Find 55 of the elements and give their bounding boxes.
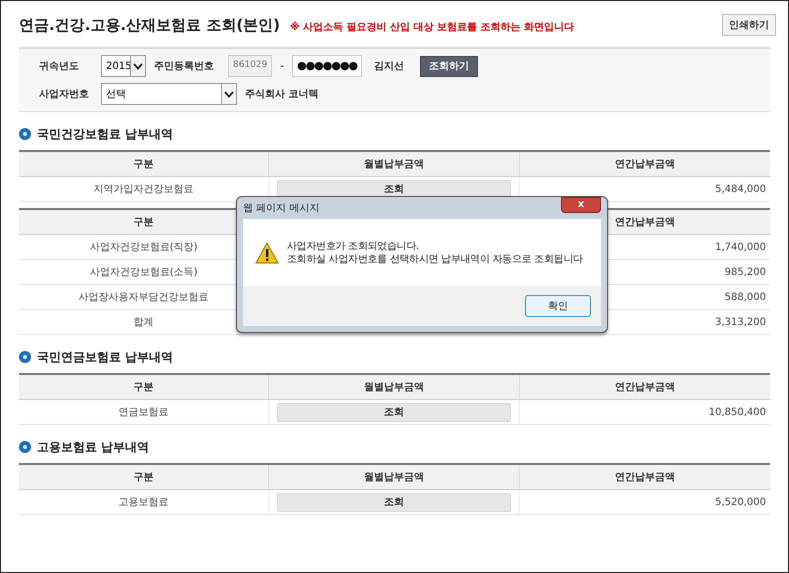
table-cell-text: 5,520,000 — [715, 496, 766, 510]
dropdown-caret-icon — [130, 56, 145, 76]
id-front-field[interactable]: 861029 — [228, 55, 272, 77]
table-cell-text: 10,850,400 — [708, 406, 766, 420]
table-cell-text: 고용보험료 — [118, 496, 169, 510]
bullet-icon — [19, 441, 31, 453]
table-cell-text: 합계 — [134, 316, 154, 330]
table-cell-text: 사업장사용자부담건강보험료 — [78, 290, 209, 304]
year-select[interactable]: 2015 — [101, 55, 146, 77]
query-button[interactable]: 조회 — [277, 402, 511, 422]
bullet-icon — [19, 128, 31, 140]
section-title: 국민연금보험료 납부내역 — [37, 349, 174, 366]
id-back-field[interactable]: ●●●●●●● — [292, 55, 362, 77]
table-cell-text: 지역가입자건강보험료 — [94, 182, 194, 196]
column-header: 연간납부금액 — [614, 380, 675, 394]
field-label: 사업자번호 — [39, 88, 90, 102]
print-button[interactable]: 인쇄하기 — [722, 14, 776, 36]
company-name: 주식회사 코너텍 — [245, 88, 318, 102]
column-header: 구분 — [134, 158, 154, 172]
dialog-message: 사업자번호가 조회되었습니다. — [287, 240, 420, 252]
dropdown-caret-icon — [221, 84, 236, 104]
column-header: 연간납부금액 — [614, 158, 675, 172]
notice-text: ※ 사업소득 필요경비 산입 대상 보험료를 조회하는 화면입니다 — [290, 20, 574, 35]
table-cell-text: 사업자건강보험료(소득) — [90, 266, 198, 280]
table-cell-text: 985,200 — [724, 266, 766, 280]
column-header: 구분 — [134, 470, 154, 484]
page-title: 연금.건강.고용.산재보험료 조회(본인) — [19, 14, 280, 36]
search-button[interactable]: 조회하기 — [420, 56, 478, 76]
table-cell-text: 5,484,000 — [715, 182, 766, 196]
warning-icon — [255, 242, 279, 264]
field-label: 귀속년도 — [39, 60, 80, 74]
close-button[interactable]: x — [561, 197, 601, 213]
table-cell-text: 588,000 — [724, 290, 766, 304]
business-number-select[interactable]: 선택 — [101, 83, 237, 105]
table-cell-text: 1,740,000 — [715, 240, 766, 254]
column-header: 월별납부금액 — [364, 380, 424, 394]
column-header: 연간납부금액 — [614, 216, 675, 230]
column-header: 구분 — [134, 380, 154, 394]
column-header: 월별납부금액 — [364, 158, 424, 172]
dialog-title: 웹 페이지 메시지 — [243, 202, 320, 216]
table-cell-text: 사업자건강보험료(직장) — [90, 240, 198, 254]
column-header: 구분 — [134, 216, 154, 230]
user-name: 김지선 — [374, 60, 404, 74]
bullet-icon — [19, 351, 31, 363]
ok-button[interactable]: 확인 — [525, 295, 591, 317]
section-title: 국민건강보험료 납부내역 — [37, 126, 174, 143]
column-header: 월별납부금액 — [364, 470, 424, 484]
dash-text: - — [280, 60, 284, 74]
column-header: 연간납부금액 — [614, 470, 675, 484]
field-label: 주민등록번호 — [154, 60, 214, 74]
table-cell-text: 3,313,200 — [715, 316, 766, 330]
table-cell-text: 연금보험료 — [118, 406, 169, 420]
dialog-message: 조회하실 사업자번호를 선택하시면 납부내역이 자동으로 조회됩니다 — [287, 252, 583, 266]
query-button[interactable]: 조회 — [277, 492, 511, 512]
section-title: 고용보험료 납부내역 — [37, 439, 150, 456]
